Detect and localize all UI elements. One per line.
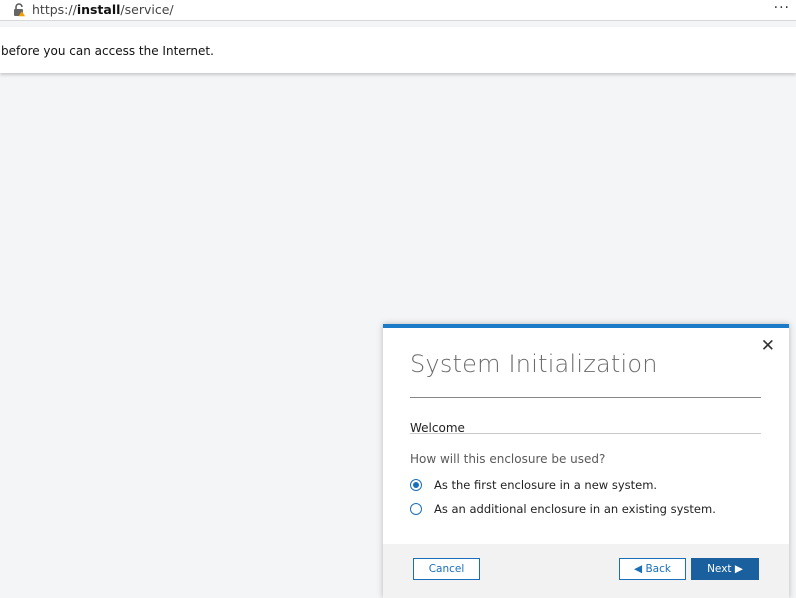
title-divider [410, 397, 761, 398]
radio-unchecked-icon[interactable] [410, 503, 422, 515]
option-first-enclosure[interactable]: As the first enclosure in a new system. [410, 478, 657, 492]
next-button[interactable]: Next ▶ [691, 558, 759, 580]
url-text: https://install/service/ [32, 2, 174, 17]
question-text: How will this enclosure be used? [410, 452, 606, 466]
cancel-button[interactable]: Cancel [413, 558, 480, 580]
step-divider [410, 433, 761, 434]
system-initialization-dialog: ✕ System Initialization Welcome How will… [383, 324, 789, 598]
address-bar[interactable]: https://install/service/ ··· [0, 0, 796, 21]
close-icon[interactable]: ✕ [761, 338, 775, 355]
lock-warning-icon[interactable] [12, 3, 26, 17]
notification-text: before you can access the Internet. [1, 44, 214, 58]
notification-bar: before you can access the Internet. [0, 27, 796, 73]
url-prefix: https:// [32, 2, 77, 17]
url-host: install [76, 2, 121, 17]
option-label: As an additional enclosure in an existin… [434, 502, 716, 516]
more-icon[interactable]: ··· [774, 0, 790, 16]
radio-checked-icon[interactable] [410, 479, 422, 491]
dialog-title: System Initialization [410, 350, 658, 378]
dialog-footer: Cancel ◀ Back Next ▶ [383, 544, 789, 598]
url-path: /service/ [120, 2, 174, 17]
option-label: As the first enclosure in a new system. [434, 478, 658, 492]
back-button[interactable]: ◀ Back [619, 558, 686, 580]
option-additional-enclosure[interactable]: As an additional enclosure in an existin… [410, 502, 716, 516]
